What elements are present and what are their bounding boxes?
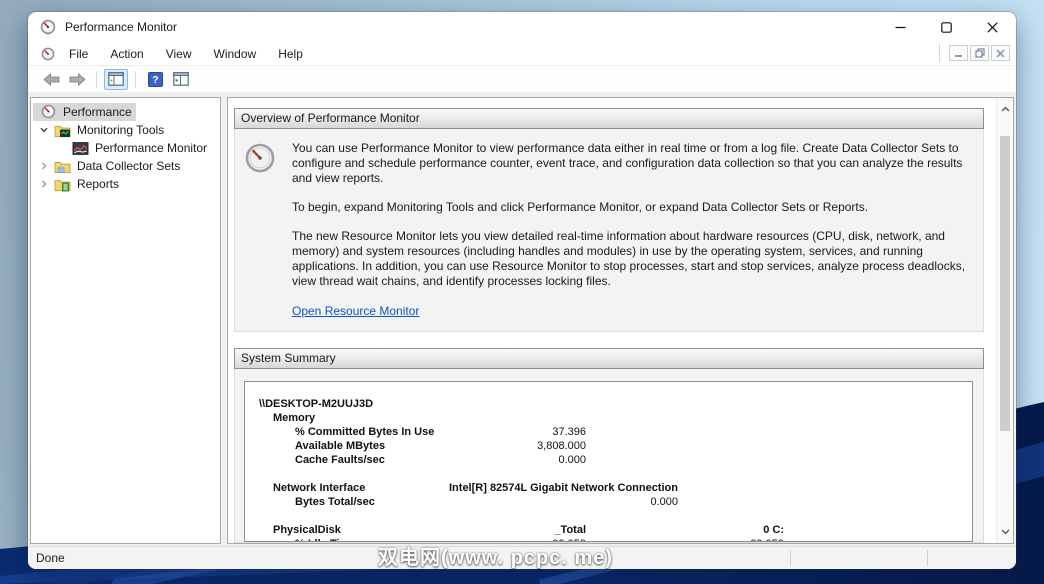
statusbar-separator — [790, 550, 791, 566]
report-row-available-mbytes: Available MBytes 3,808.000 — [295, 440, 586, 452]
mdi-restore-icon — [974, 48, 985, 58]
action-pane-icon — [173, 72, 189, 86]
tree-item-label: Performance Monitor — [95, 141, 208, 155]
folder-monitor-icon — [54, 125, 71, 137]
console-tree-icon — [108, 72, 124, 86]
chevron-down-icon[interactable] — [39, 125, 49, 135]
forward-icon — [69, 72, 86, 86]
mdi-close-button[interactable] — [991, 45, 1010, 61]
show-hide-action-pane-button[interactable] — [169, 69, 193, 90]
toolbar-separator — [96, 70, 97, 88]
scrollbar-thumb[interactable] — [1000, 136, 1010, 431]
toolbar-separator — [135, 70, 136, 88]
overview-paragraph-2: To begin, expand Monitoring Tools and cl… — [292, 200, 869, 214]
chevron-up-icon — [1001, 106, 1009, 112]
report-row-spacer — [245, 510, 972, 524]
overview-paragraph-1: You can use Performance Monitor to view … — [292, 141, 963, 185]
open-resource-monitor-link[interactable]: Open Resource Monitor — [292, 304, 419, 319]
performance-monitor-window: Performance Monitor File Action View Win… — [28, 12, 1016, 569]
main-area: Performance Monitoring Tools Performance… — [28, 92, 1016, 546]
menu-bar: File Action View Window Help — [28, 42, 1016, 66]
report-row-machine: \\DESKTOP-M2UUJ3D — [259, 398, 374, 410]
help-icon: ? — [147, 71, 163, 87]
folder-cube-icon — [54, 161, 71, 173]
perfmon-gauge-icon — [41, 104, 56, 119]
counter-value: 37.396 — [552, 426, 586, 438]
close-button[interactable] — [970, 12, 1015, 42]
instance-header: _Total — [554, 524, 586, 536]
title-bar[interactable]: Performance Monitor — [28, 12, 1016, 42]
statusbar-separator — [927, 550, 928, 566]
back-icon — [42, 72, 59, 86]
show-hide-console-tree-button[interactable] — [104, 68, 128, 90]
minimize-button[interactable] — [878, 12, 923, 42]
tree-item-data-collector-sets[interactable]: Data Collector Sets — [31, 157, 220, 175]
report-row-spacer — [245, 468, 972, 482]
instance-header: 0 C: — [763, 524, 784, 536]
toolbar: ? — [28, 66, 1016, 93]
close-icon — [987, 21, 998, 33]
scroll-up-button[interactable] — [997, 101, 1013, 117]
mdi-window-controls — [939, 44, 1010, 62]
scroll-down-button[interactable] — [997, 524, 1013, 540]
report-row-bytes-total: Bytes Total/sec 0.000 — [295, 496, 678, 508]
system-summary-header: System Summary — [234, 348, 984, 369]
help-button[interactable]: ? — [143, 69, 167, 90]
menu-action[interactable]: Action — [102, 45, 151, 63]
tree-item-reports[interactable]: Reports — [31, 175, 220, 193]
forward-button[interactable] — [65, 69, 89, 90]
svg-text:?: ? — [152, 74, 158, 86]
folder-report-icon — [54, 179, 71, 191]
tree-item-performance-monitor[interactable]: Performance Monitor — [31, 139, 220, 157]
overview-header: Overview of Performance Monitor — [234, 108, 984, 129]
report-row-memory: Memory — [273, 412, 316, 424]
report-row-committed-bytes: % Committed Bytes In Use 37.396 — [295, 426, 586, 438]
maximize-icon — [941, 21, 952, 33]
maximize-button[interactable] — [924, 12, 969, 42]
overview-paragraph-3: The new Resource Monitor lets you view d… — [292, 229, 966, 288]
system-summary-report: \\DESKTOP-M2UUJ3D Memory % Committed Byt… — [244, 381, 973, 542]
mdi-close-icon — [996, 48, 1005, 58]
perfmon-app-icon — [40, 19, 56, 35]
menu-help[interactable]: Help — [270, 45, 311, 63]
tree-item-label: Monitoring Tools — [77, 123, 165, 137]
results-pane: Overview of Performance Monitor You can … — [227, 97, 1014, 544]
watermark-text: 双电网(www. pcpc. me) — [378, 547, 614, 569]
vertical-scrollbar[interactable] — [996, 98, 1013, 543]
tree-item-label: Reports — [77, 177, 120, 191]
minimize-icon — [895, 26, 906, 28]
mdi-restore-button[interactable] — [970, 45, 989, 61]
menu-window[interactable]: Window — [206, 45, 265, 63]
counter-value: 0.000 — [558, 454, 586, 466]
mdi-minimize-button[interactable] — [949, 45, 968, 61]
system-summary-body: \\DESKTOP-M2UUJ3D Memory % Committed Byt… — [234, 369, 984, 543]
perfmon-gauge-large-icon — [245, 143, 275, 173]
perfmon-menu-icon — [41, 47, 55, 60]
overview-body: You can use Performance Monitor to view … — [234, 129, 984, 332]
mdi-minimize-icon — [955, 54, 962, 57]
report-row-physicaldisk: PhysicalDisk _Total 0 C: — [273, 524, 784, 536]
chevron-right-icon[interactable] — [39, 161, 49, 171]
status-text: Done — [36, 551, 65, 565]
tree-item-performance[interactable]: Performance — [31, 103, 220, 121]
tree-item-monitoring-tools[interactable]: Monitoring Tools — [31, 121, 220, 139]
report-row-network-interface: Network Interface Intel[R] 82574L Gigabit… — [273, 482, 678, 494]
performance-chart-icon — [72, 141, 89, 155]
tree-item-label: Data Collector Sets — [77, 159, 181, 173]
window-title: Performance Monitor — [65, 20, 178, 34]
menu-file[interactable]: File — [61, 45, 96, 63]
chevron-right-icon[interactable] — [39, 179, 49, 189]
report-row-cache-faults: Cache Faults/sec 0.000 — [295, 454, 586, 466]
counter-value: 99.959 — [625, 538, 784, 541]
instance-header: Intel[R] 82574L Gigabit Network Connecti… — [449, 482, 678, 494]
console-tree-pane: Performance Monitoring Tools Performance… — [30, 97, 221, 544]
counter-value: 3,808.000 — [537, 440, 586, 452]
back-button[interactable] — [39, 69, 63, 90]
chevron-down-icon — [1001, 529, 1009, 535]
menu-view[interactable]: View — [158, 45, 200, 63]
tree-item-label: Performance — [63, 104, 132, 119]
counter-value: 0.000 — [650, 496, 678, 508]
